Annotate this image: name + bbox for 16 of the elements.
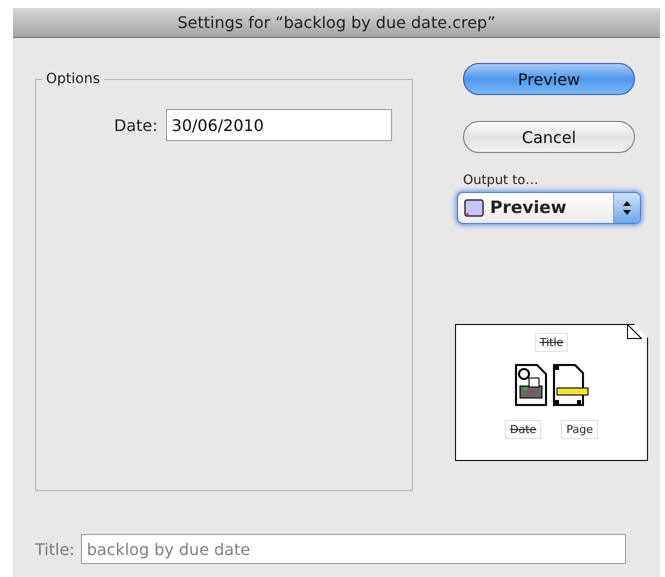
printer-document-icon <box>514 364 546 406</box>
stepper-arrows-icon <box>623 201 631 215</box>
header-tag[interactable]: Title <box>534 333 568 352</box>
field-label: Title: <box>35 540 75 558</box>
output-popup[interactable]: Preview <box>457 192 641 224</box>
footer-tag[interactable]: Date <box>505 420 542 439</box>
window-icon <box>464 199 484 217</box>
output-label: Output to… <box>463 173 540 188</box>
push-button[interactable]: Cancel <box>463 121 635 153</box>
default-button[interactable]: Preview <box>463 63 635 95</box>
page-ruler-icon <box>552 364 588 406</box>
field-label: Date: <box>114 116 158 134</box>
group-legend: Options <box>42 71 104 87</box>
footer-tag[interactable]: Page <box>561 420 598 439</box>
date-field[interactable]: 30/06/2010 <box>166 109 392 141</box>
window-title: Settings for “backlog by due date.crep” <box>13 8 660 38</box>
